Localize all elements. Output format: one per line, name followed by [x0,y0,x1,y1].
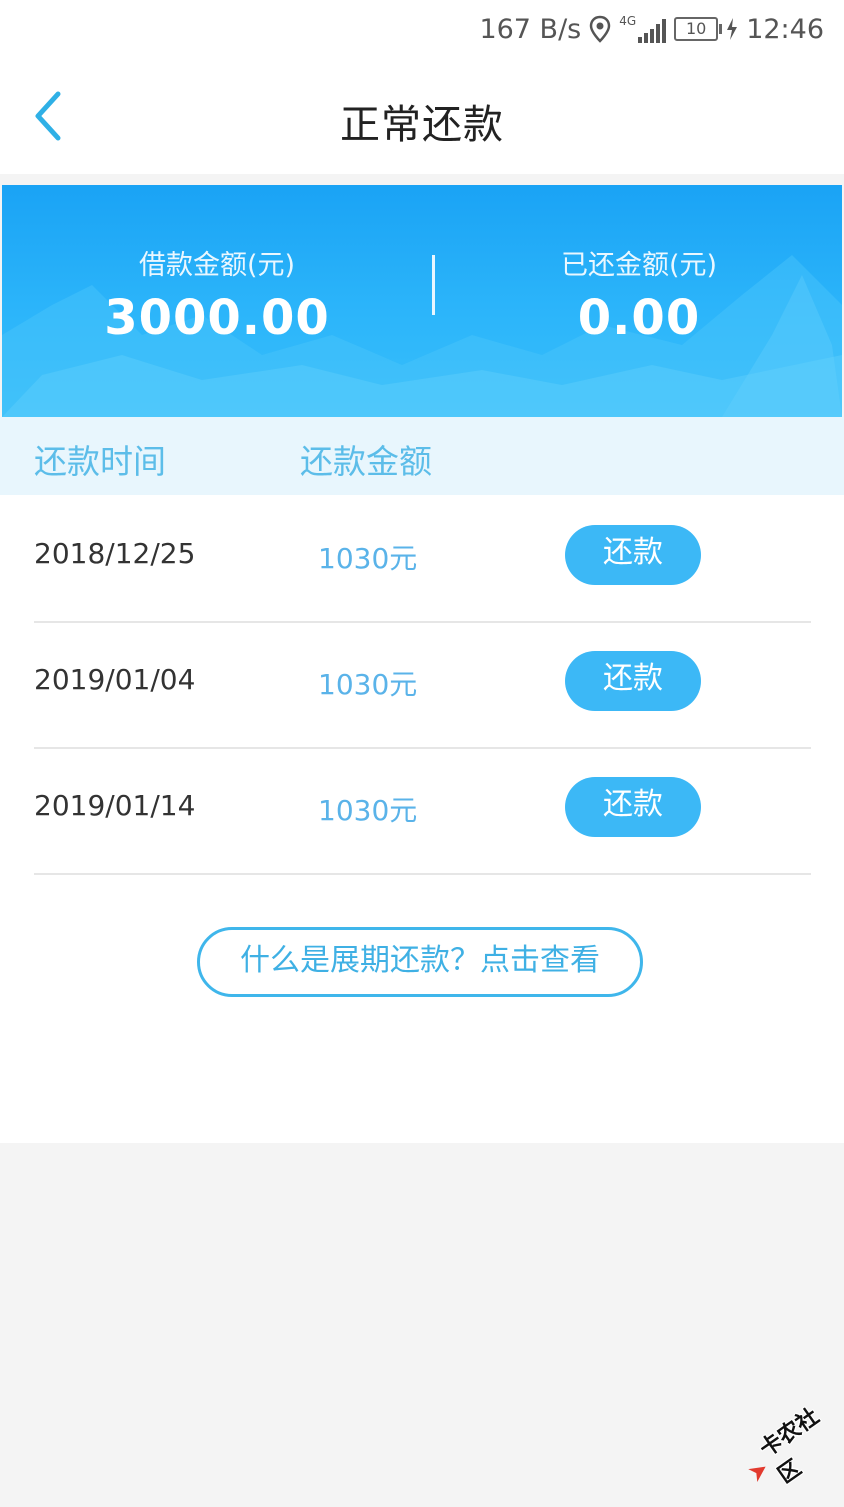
column-header-amount: 还款金额 [300,442,432,481]
repayment-amount: 1030元 [318,668,418,701]
repaid-amount-label: 已还金额(元) [560,250,718,281]
clock: 12:46 [746,13,824,45]
repayment-date: 2019/01/04 [34,663,196,696]
column-header-time: 还款时间 [34,442,166,481]
repay-button[interactable]: 还款 [565,777,701,837]
watermark: 卡农社区 [730,1388,844,1507]
repayment-list: 2018/12/25 1030元 还款 2019/01/04 1030元 还款 … [0,495,844,1143]
repaid-amount-value: 0.00 [577,290,701,346]
table-row: 2018/12/25 1030元 还款 [34,495,811,623]
battery-level: 10 [686,19,707,38]
summary-banner: 借款金额(元) 3000.00 已还金额(元) 0.00 [2,185,842,417]
loan-amount-value: 3000.00 [104,290,330,346]
repayment-amount: 1030元 [318,542,418,575]
nav-bar: 正常还款 [0,58,844,174]
repayment-date: 2019/01/14 [34,789,196,822]
table-row: 2019/01/04 1030元 还款 [34,621,811,749]
repaid-amount-block: 已还金额(元) 0.00 [429,243,842,346]
repayment-amount: 1030元 [318,794,418,827]
extension-info-button[interactable]: 什么是展期还款？点击查看 [197,927,643,997]
battery-icon: 10 [674,17,723,41]
repayment-date: 2018/12/25 [34,537,196,570]
loan-amount-block: 借款金额(元) 3000.00 [7,243,427,346]
location-icon [589,15,611,43]
loan-amount-label: 借款金额(元) [138,250,296,281]
charging-icon [726,18,738,40]
table-row: 2019/01/14 1030元 还款 [34,747,811,875]
status-right: 167 B/s 4G 10 12:46 [479,10,824,48]
page-title: 正常还款 [340,102,504,148]
table-header: 还款时间 还款金额 [0,417,844,495]
repay-button[interactable]: 还款 [565,525,701,585]
network-speed: 167 B/s [479,13,582,45]
signal-icon: 4G [619,14,667,43]
status-bar: 167 B/s 4G 10 12:46 [0,0,844,58]
repay-button[interactable]: 还款 [565,651,701,711]
network-type: 4G [619,14,637,28]
